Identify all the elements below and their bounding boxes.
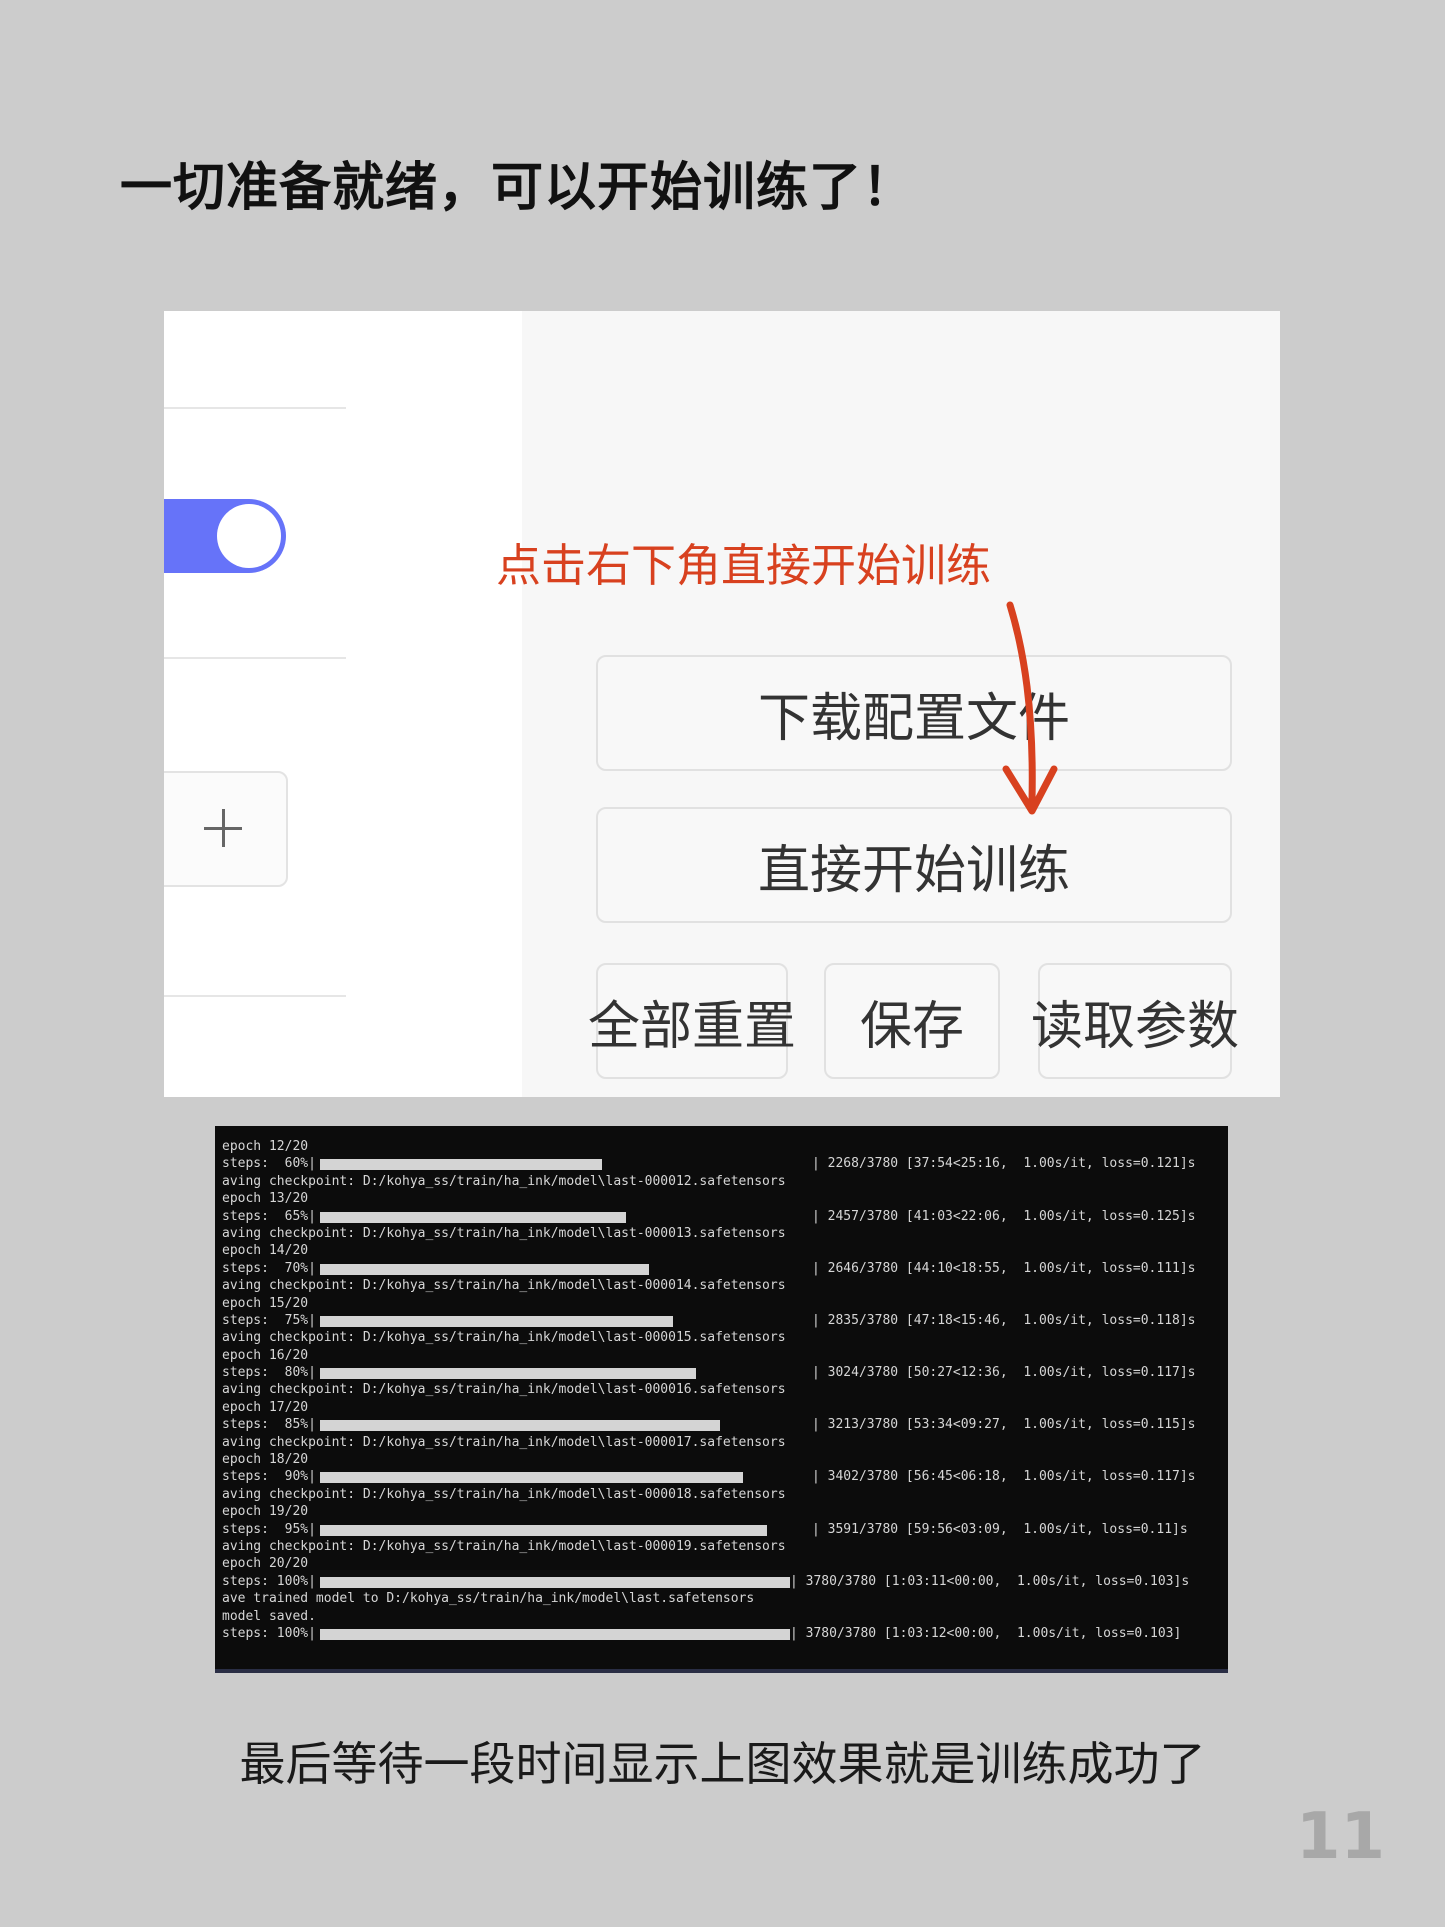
training-terminal-output: epoch 12/20 steps: 60%| | 2268/3780 [37:54… [215, 1126, 1228, 1673]
progress-label: steps: 85%| [222, 1417, 316, 1433]
progress-bar-fill [320, 1472, 743, 1484]
progress-bar-fill [320, 1159, 602, 1171]
progress-info: | 2646/3780 [44:10<18:55, 1.00s/it, loss… [812, 1260, 1196, 1276]
add-button[interactable] [164, 771, 288, 887]
terminal-text-line: aving checkpoint: D:/kohya_ss/train/ha_i… [222, 1278, 786, 1294]
terminal-text-line: epoch 18/20 [222, 1452, 309, 1468]
progress-bar-fill [320, 1524, 767, 1536]
progress-label: steps: 90%| [222, 1469, 316, 1485]
annotation-text: 点击右下角直接开始训练 [496, 539, 992, 592]
terminal-text-line: aving checkpoint: D:/kohya_ss/train/ha_i… [222, 1486, 786, 1502]
toggle-switch[interactable] [164, 499, 286, 573]
progress-info: | 3591/3780 [59:56<03:09, 1.00s/it, loss… [812, 1521, 1188, 1537]
page-headline: 一切准备就绪，可以开始训练了！ [120, 158, 916, 218]
reset-all-button[interactable]: 全部重置 [588, 963, 796, 1079]
progress-bar-fill [320, 1263, 649, 1275]
terminal-text-line: epoch 13/20 [222, 1191, 309, 1207]
settings-panel [164, 311, 522, 1097]
start-training-button[interactable]: 直接开始训练 [596, 807, 1232, 923]
terminal-text-line: model saved. [222, 1608, 316, 1624]
save-button[interactable]: 保存 [824, 963, 1000, 1079]
caption-text: 最后等待一段时间显示上图效果就是训练成功了 [239, 1737, 1206, 1791]
divider [164, 995, 346, 997]
terminal-progress-line: steps: 100%| | 3780/3780 [1:03:12<00:00, … [222, 1625, 1228, 1642]
terminal-text-line: epoch 15/20 [222, 1295, 309, 1311]
progress-info: | 3780/3780 [1:03:11<00:00, 1.00s/it, lo… [790, 1573, 1190, 1589]
terminal-progress-line: steps: 90%| | 3402/3780 [56:45<06:18, 1.0… [222, 1468, 1228, 1485]
terminal-text-line: aving checkpoint: D:/kohya_ss/train/ha_i… [222, 1538, 786, 1554]
progress-info: | 3213/3780 [53:34<09:27, 1.00s/it, loss… [812, 1417, 1196, 1433]
progress-info: | 3402/3780 [56:45<06:18, 1.00s/it, loss… [812, 1469, 1196, 1485]
progress-label: steps: 100%| [222, 1573, 316, 1589]
terminal-text-line: aving checkpoint: D:/kohya_ss/train/ha_i… [222, 1225, 786, 1241]
page-number: 11 [1295, 1800, 1385, 1874]
terminal-progress-line: steps: 65%| | 2457/3780 [41:03<22:06, 1.0… [222, 1208, 1228, 1225]
terminal-text-line: epoch 12/20 [222, 1139, 309, 1154]
toggle-knob [217, 504, 281, 568]
terminal-progress-line: steps: 60%| | 2268/3780 [37:54<25:16, 1.0… [222, 1155, 1228, 1172]
download-config-button[interactable]: 下载配置文件 [596, 655, 1232, 771]
progress-label: steps: 65%| [222, 1208, 316, 1224]
terminal-text-line: aving checkpoint: D:/kohya_ss/train/ha_i… [222, 1382, 786, 1398]
progress-bar-fill [320, 1420, 720, 1432]
progress-label: steps: 80%| [222, 1365, 316, 1381]
progress-label: steps: 75%| [222, 1312, 316, 1328]
terminal-text-line: aving checkpoint: D:/kohya_ss/train/ha_i… [222, 1330, 786, 1346]
progress-info: | 2268/3780 [37:54<25:16, 1.00s/it, loss… [812, 1156, 1196, 1172]
terminal-text-line: epoch 20/20 [222, 1556, 309, 1572]
progress-info: | 3024/3780 [50:27<12:36, 1.00s/it, loss… [812, 1365, 1196, 1381]
progress-bar-fill [320, 1576, 790, 1588]
plus-icon [204, 809, 242, 847]
terminal-progress-line: steps: 70%| | 2646/3780 [44:10<18:55, 1.0… [222, 1260, 1228, 1277]
terminal-text-line: epoch 17/20 [222, 1399, 309, 1415]
terminal-progress-line: steps: 100%| | 3780/3780 [1:03:11<00:00, … [222, 1573, 1228, 1590]
load-params-button[interactable]: 读取参数 [1031, 963, 1239, 1079]
progress-bar-fill [320, 1628, 790, 1640]
terminal-text-line: aving checkpoint: D:/kohya_ss/train/ha_i… [222, 1173, 786, 1189]
progress-bar-fill [320, 1211, 626, 1223]
progress-label: steps: 60%| [222, 1156, 316, 1172]
terminal-text-line: ave trained model to D:/kohya_ss/train/h… [222, 1591, 755, 1607]
progress-info: | 2835/3780 [47:18<15:46, 1.00s/it, loss… [812, 1312, 1196, 1328]
progress-label: steps: 70%| [222, 1260, 316, 1276]
terminal-progress-line: steps: 75%| | 2835/3780 [47:18<15:46, 1.0… [222, 1312, 1228, 1329]
terminal-progress-line: steps: 95%| | 3591/3780 [59:56<03:09, 1.0… [222, 1521, 1228, 1538]
terminal-text-line: epoch 19/20 [222, 1504, 309, 1520]
terminal-progress-line: steps: 80%| | 3024/3780 [50:27<12:36, 1.0… [222, 1364, 1228, 1381]
divider [164, 407, 346, 409]
progress-bar-fill [320, 1315, 673, 1327]
trainer-ui-screenshot: 点击右下角直接开始训练 下载配置文件 直接开始训练 全部重置 保存 读取参数 [164, 311, 1280, 1097]
progress-label: steps: 95%| [222, 1521, 316, 1537]
progress-info: | 3780/3780 [1:03:12<00:00, 1.00s/it, lo… [790, 1625, 1182, 1641]
terminal-text-line: aving checkpoint: D:/kohya_ss/train/ha_i… [222, 1434, 786, 1450]
divider [164, 657, 346, 659]
terminal-text-line: epoch 14/20 [222, 1243, 309, 1259]
progress-info: | 2457/3780 [41:03<22:06, 1.00s/it, loss… [812, 1208, 1196, 1224]
progress-bar-fill [320, 1368, 696, 1380]
terminal-progress-line: steps: 85%| | 3213/3780 [53:34<09:27, 1.0… [222, 1416, 1228, 1433]
progress-label: steps: 100%| [222, 1625, 316, 1641]
terminal-text-line: epoch 16/20 [222, 1347, 309, 1363]
